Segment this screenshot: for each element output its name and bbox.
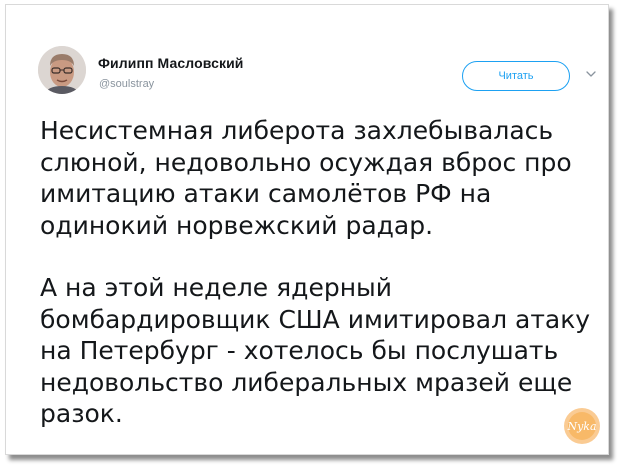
author-display-name[interactable]: Филипп Масловский bbox=[98, 55, 244, 71]
tweet-line: А на этой неделе ядерный bbox=[40, 273, 393, 302]
author-handle[interactable]: @soulstray bbox=[99, 78, 154, 90]
avatar[interactable] bbox=[38, 46, 86, 94]
tweet-line: слюной, недовольно осуждая вброс про bbox=[40, 147, 572, 177]
svg-text:Nyka: Nyka bbox=[566, 420, 596, 433]
tweet-line: одинокий норвежский радар. bbox=[40, 210, 434, 240]
tweet-text: Несистемная либерота захлебывалась слюно… bbox=[40, 115, 600, 430]
tweet-line: разок. bbox=[40, 399, 123, 428]
tweet-card: Филипп Масловский @soulstray Читать Неси… bbox=[5, 4, 609, 455]
follow-button[interactable]: Читать bbox=[462, 61, 570, 91]
chevron-down-icon[interactable] bbox=[584, 67, 598, 81]
tweet-line: бомбардировщик США имитировал атаку bbox=[40, 304, 591, 334]
tweet-line: Несистемная либерота захлебывалась bbox=[40, 116, 554, 145]
tweet-line: недовольство либеральных мразей еще bbox=[40, 367, 573, 397]
tweet-paragraph: А на этой неделе ядерный бомбардировщик … bbox=[40, 272, 600, 430]
tweet-paragraph: Несистемная либерота захлебывалась слюно… bbox=[40, 115, 600, 241]
tweet-line: на Петербург - хотелось бы послушать bbox=[40, 336, 559, 365]
watermark-logo: Nyka bbox=[564, 408, 600, 444]
tweet-line: имитацию атаки самолётов РФ на bbox=[40, 179, 492, 208]
